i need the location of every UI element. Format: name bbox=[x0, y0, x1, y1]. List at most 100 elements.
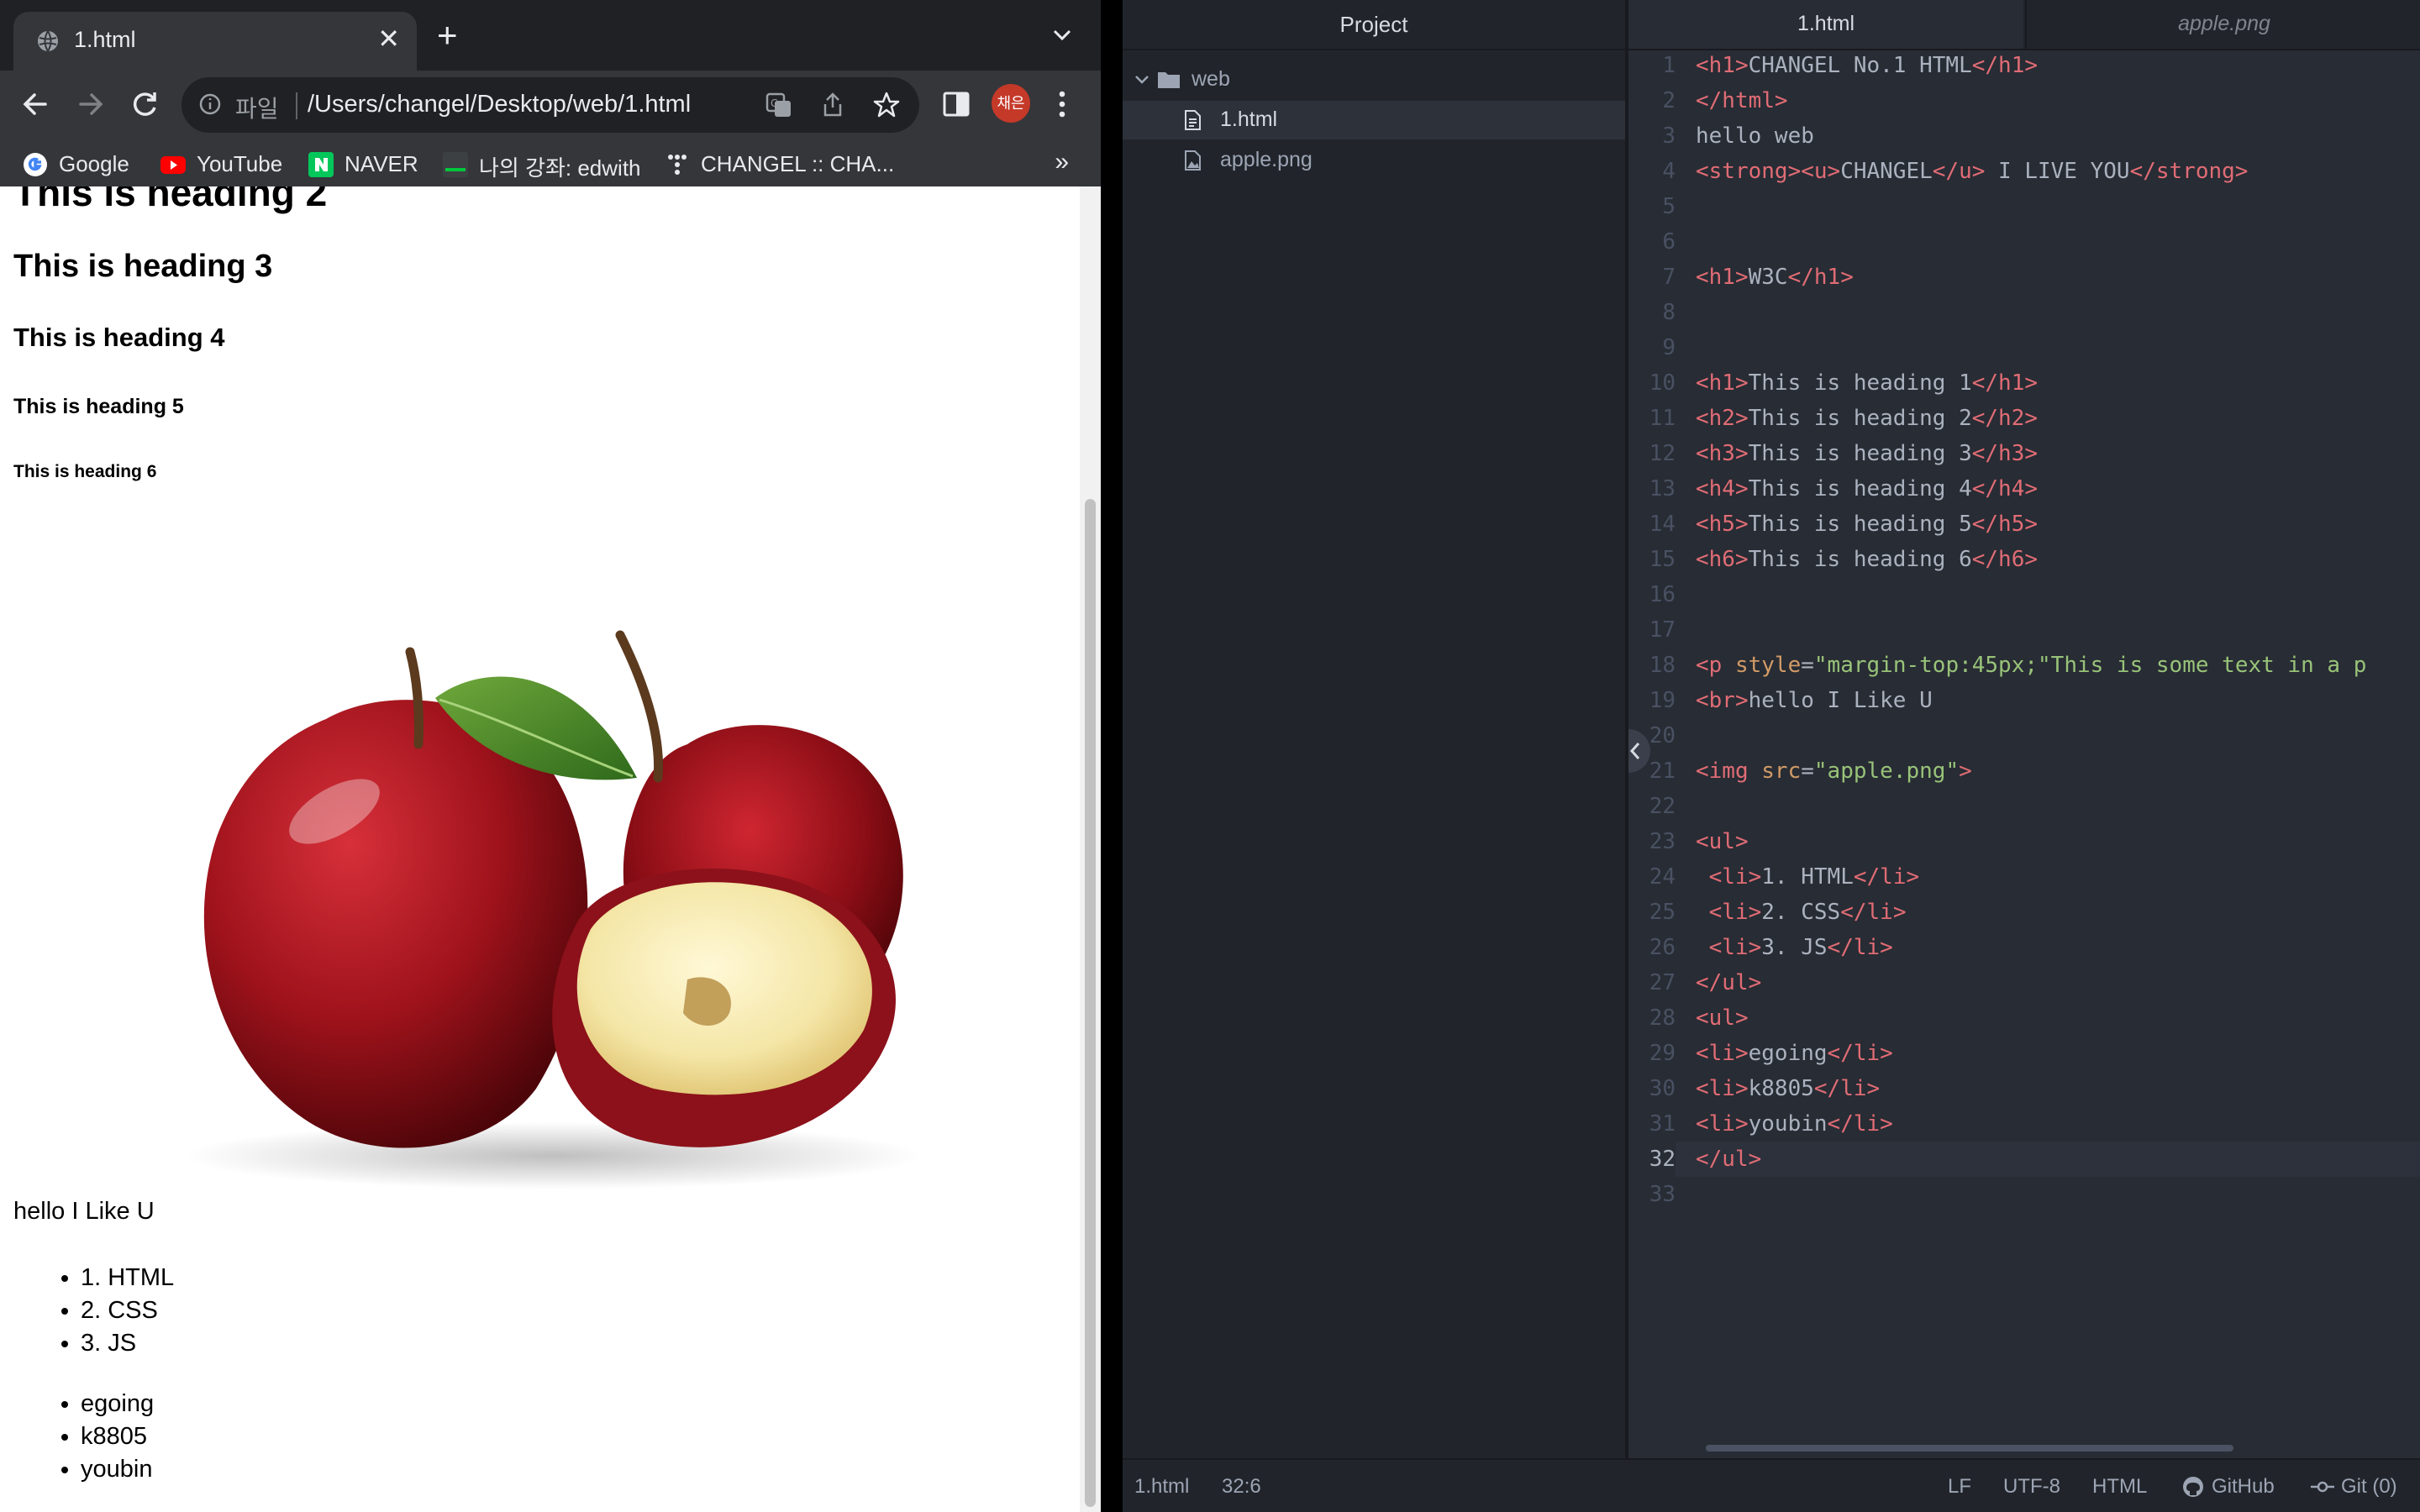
code-token: <h2> bbox=[1696, 406, 1749, 431]
new-tab-icon[interactable]: + bbox=[437, 17, 458, 54]
code-token: k8805 bbox=[1748, 1076, 1814, 1101]
code-token: </ul> bbox=[1696, 970, 1762, 995]
translate-icon[interactable]: G bbox=[765, 91, 793, 119]
code-token: </html> bbox=[1696, 88, 1788, 113]
code-token: </h6> bbox=[1971, 547, 2039, 572]
line-number: 6 bbox=[1662, 229, 1676, 255]
status-file-name[interactable]: 1.html bbox=[1134, 1475, 1189, 1499]
tree-file-apple-png[interactable]: apple.png bbox=[1123, 141, 1625, 180]
list-item: k8805 bbox=[81, 1420, 154, 1453]
share-icon[interactable] bbox=[818, 91, 847, 119]
tree-file-1-html[interactable]: 1.html bbox=[1123, 101, 1625, 139]
line-number: 33 bbox=[1649, 1182, 1676, 1207]
code-token: 2. CSS bbox=[1761, 900, 1841, 925]
code-line: <h1>W3C</h1> bbox=[1696, 260, 1854, 295]
code-token: <li> bbox=[1708, 900, 1762, 925]
line-number: 2 bbox=[1662, 88, 1676, 113]
status-cursor-position[interactable]: 32:6 bbox=[1222, 1475, 1261, 1499]
code-token: egoing bbox=[1748, 1041, 1828, 1066]
browser-window: 1.html ✕ + 파일 /Users/changel/Desktop/web… bbox=[0, 0, 1101, 1512]
more-bookmarks-icon[interactable]: » bbox=[1055, 148, 1069, 176]
code-line: </ul> bbox=[1696, 1142, 1761, 1177]
profile-avatar[interactable]: 채은 bbox=[992, 84, 1030, 123]
page-scrollbar-thumb[interactable] bbox=[1085, 499, 1096, 1507]
code-line: <li>3. JS</li> bbox=[1696, 930, 1893, 965]
address-url[interactable]: /Users/changel/Desktop/web/1.html bbox=[308, 91, 691, 118]
code-token: <br> bbox=[1696, 688, 1749, 713]
line-number: 12 bbox=[1649, 441, 1676, 466]
chevron-left-icon bbox=[1629, 743, 1640, 759]
code-line: <ul> bbox=[1696, 1000, 1749, 1036]
heading-2: This is heading 2 bbox=[13, 186, 328, 214]
more-menu-icon[interactable] bbox=[1052, 89, 1072, 119]
reload-icon[interactable] bbox=[128, 87, 161, 121]
code-line: </html> bbox=[1696, 83, 1788, 118]
code-token: <p bbox=[1696, 653, 1735, 678]
code-token: <h5> bbox=[1696, 512, 1749, 537]
code-token: </strong> bbox=[2129, 159, 2249, 184]
code-token: This is heading 1 bbox=[1748, 370, 1972, 396]
line-number: 10 bbox=[1649, 370, 1676, 396]
code-line: <img src="apple.png"> bbox=[1696, 753, 1972, 789]
code-token: <ul> bbox=[1696, 1005, 1749, 1031]
editor-tab-apple-png[interactable]: apple.png bbox=[2025, 0, 2420, 49]
code-token: </h1> bbox=[1787, 265, 1854, 290]
line-number: 22 bbox=[1649, 794, 1676, 819]
bookmark-changel[interactable]: CHANGEL :: CHA... bbox=[664, 150, 908, 180]
address-scheme-label: 파일 bbox=[235, 96, 279, 122]
line-number: 13 bbox=[1649, 476, 1676, 501]
file-text-icon bbox=[1185, 110, 1201, 130]
github-icon[interactable] bbox=[2181, 1475, 2205, 1499]
bookmark-edwith[interactable]: 나의 강좌: edwith bbox=[442, 150, 652, 181]
code-token: <h4> bbox=[1696, 476, 1749, 501]
browser-toolbar: 파일 /Users/changel/Desktop/web/1.html G 채… bbox=[0, 71, 1101, 198]
line-number: 30 bbox=[1649, 1076, 1676, 1101]
code-token: </li> bbox=[1813, 1076, 1881, 1101]
code-token: </h3> bbox=[1971, 441, 2039, 466]
folder-icon bbox=[1158, 72, 1180, 88]
editor-window: Project web 1.html apple.png 1.html appl… bbox=[1123, 0, 2420, 1512]
status-github[interactable]: GitHub bbox=[2212, 1475, 2275, 1499]
code-token: This is heading 4 bbox=[1748, 476, 1972, 501]
line-number: 11 bbox=[1649, 406, 1676, 431]
editor-tab-1-html[interactable]: 1.html bbox=[1628, 0, 2023, 49]
code-token: hello web bbox=[1696, 123, 1814, 149]
bookmark-naver[interactable]: NAVER bbox=[308, 150, 425, 180]
page-scrollbar[interactable] bbox=[1080, 186, 1101, 1512]
tree-folder-web[interactable]: web bbox=[1123, 60, 1625, 99]
side-panel-icon[interactable] bbox=[941, 89, 971, 119]
bookmark-youtube[interactable]: YouTube bbox=[160, 150, 286, 180]
code-token: I LIVE YOU bbox=[1985, 159, 2130, 184]
heading-3: This is heading 3 bbox=[13, 249, 273, 284]
chevron-down-icon[interactable] bbox=[1052, 25, 1072, 45]
heading-5: This is heading 5 bbox=[13, 395, 184, 418]
status-encoding[interactable]: UTF-8 bbox=[2003, 1475, 2060, 1499]
line-number: 29 bbox=[1649, 1041, 1676, 1066]
code-line: <li>youbin</li> bbox=[1696, 1106, 1893, 1142]
code-horizontal-scrollbar[interactable] bbox=[1706, 1445, 2233, 1452]
code-token: hello I Like U bbox=[1748, 688, 1933, 713]
bookmark-google[interactable]: Google bbox=[22, 150, 139, 180]
back-arrow-icon[interactable] bbox=[18, 87, 52, 121]
list-item: youbin bbox=[81, 1453, 154, 1486]
code-line: hello web bbox=[1696, 118, 1814, 154]
bookmark-star-icon[interactable] bbox=[872, 91, 901, 119]
status-git[interactable]: Git (0) bbox=[2341, 1475, 2397, 1499]
status-line-ending[interactable]: LF bbox=[1948, 1475, 1971, 1499]
line-number: 25 bbox=[1649, 900, 1676, 925]
browser-tab[interactable]: 1.html ✕ bbox=[13, 12, 417, 71]
info-icon[interactable] bbox=[198, 92, 222, 116]
close-tab-icon[interactable]: ✕ bbox=[377, 22, 400, 55]
code-token: This is heading 5 bbox=[1748, 512, 1972, 537]
code-token: <h3> bbox=[1696, 441, 1749, 466]
address-bar[interactable]: 파일 /Users/changel/Desktop/web/1.html G bbox=[182, 77, 919, 133]
code-editor[interactable]: 1 2 3 4 5 6 7 8 9 10 11 12 13 14 15 16 17 18 19 20 21 22 23 24 2… bbox=[1628, 50, 2420, 1458]
line-number: 26 bbox=[1649, 935, 1676, 960]
list-item: egoing bbox=[81, 1388, 154, 1420]
naver-icon bbox=[308, 152, 334, 177]
code-token: </li> bbox=[1840, 900, 1907, 925]
code-token: youbin bbox=[1748, 1111, 1828, 1137]
status-grammar[interactable]: HTML bbox=[2092, 1475, 2147, 1499]
forward-arrow-icon[interactable] bbox=[74, 87, 108, 121]
